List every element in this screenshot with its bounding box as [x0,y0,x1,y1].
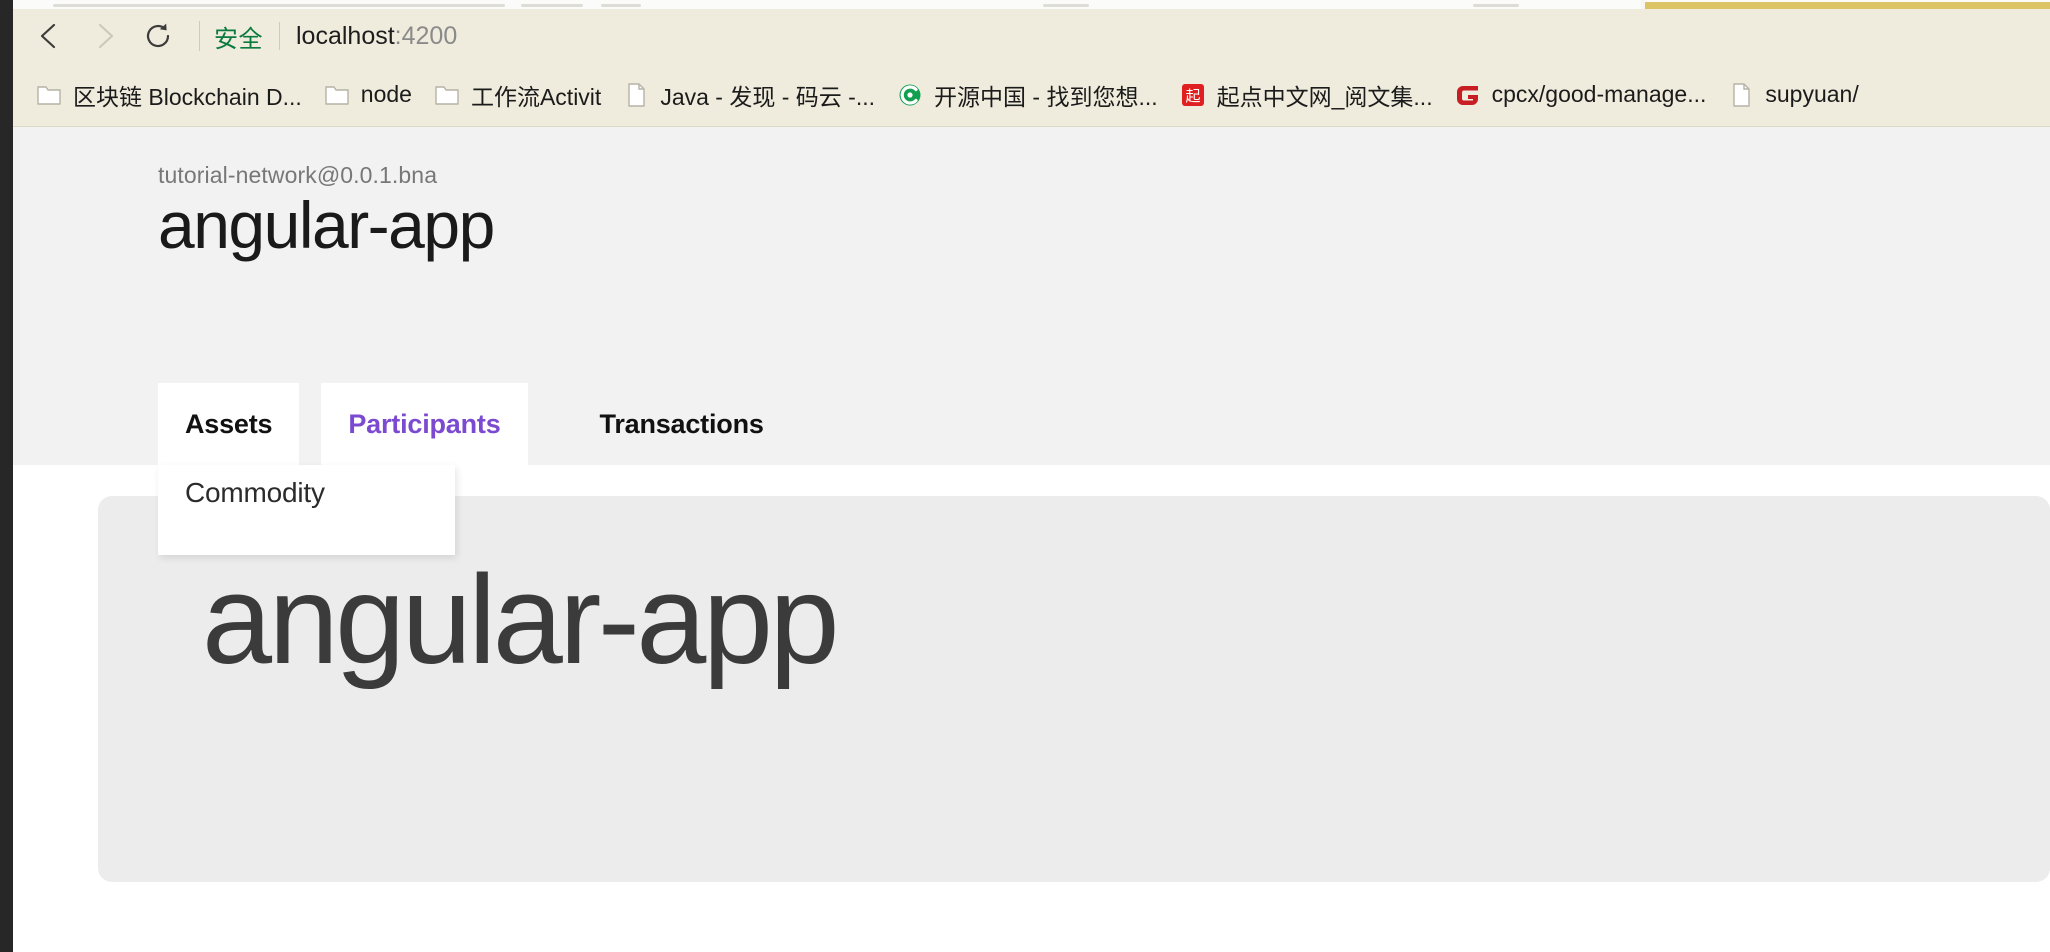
bookmark-item[interactable]: 工作流Activit [423,73,612,117]
bookmark-label: 开源中国 - 找到您想... [934,83,1158,110]
chevron-left-icon [35,21,65,51]
tab-participants-label: Participants [348,408,501,439]
address-bar[interactable]: localhost:4200 [296,22,457,51]
nav-tab-bar: Assets Participants Transactions [158,383,791,465]
assets-dropdown-menu: Commodity [158,465,455,555]
folder-icon [434,80,460,110]
bookmark-item[interactable]: node [313,73,423,117]
folder-icon [36,80,62,110]
bookmark-label: 起点中文网_阅文集... [1216,83,1433,110]
page-title: angular-app [158,188,495,262]
bookmark-item[interactable]: 起 起点中文网_阅文集... [1169,73,1444,117]
chevron-right-icon [89,21,119,51]
bookmark-item[interactable]: 开源中国 - 找到您想... [886,73,1169,117]
tab-sliver[interactable] [521,4,583,7]
tab-active-sliver[interactable] [1645,2,2050,9]
dropdown-item-label: Commodity [185,477,325,508]
url-host: localhost [296,21,395,50]
tab-transactions[interactable]: Transactions [573,383,791,465]
qidian-icon: 起 [1180,80,1206,110]
security-indicator[interactable]: 安全 [214,19,263,54]
page-icon [1728,80,1754,110]
tab-transactions-label: Transactions [599,408,764,439]
network-name: tutorial-network@0.0.1.bna [158,162,438,188]
bookmarks-bar: 区块链 Blockchain D... node 工作流Activit Java… [13,63,2050,127]
reload-button[interactable] [131,9,185,63]
browser-tab-strip[interactable] [13,0,2050,9]
omnibox-divider [279,22,280,50]
url-rest: :4200 [394,21,458,50]
tab-sliver[interactable] [53,4,505,7]
bookmark-item[interactable]: cpcx/good-manage... [1444,73,1718,117]
tab-sliver[interactable] [1043,4,1089,7]
window-left-gutter [0,0,13,952]
folder-icon [324,80,350,110]
reload-icon [142,20,174,52]
browser-chrome: 安全 localhost:4200 区块链 Blockchain D... no… [13,0,2050,127]
page-viewport: tutorial-network@0.0.1.bna angular-app A… [13,127,2050,952]
gitee-icon [1455,80,1481,110]
bookmark-label: Java - 发现 - 码云 -... [660,83,875,110]
back-button[interactable] [23,9,77,63]
toolbar-divider [199,21,200,51]
tab-participants[interactable]: Participants [321,383,528,465]
tab-assets[interactable]: Assets [158,383,300,465]
bookmark-label: supyuan/ [1765,81,1859,107]
browser-toolbar: 安全 localhost:4200 [13,9,2050,63]
bookmark-label: cpcx/good-manage... [1491,81,1707,107]
bookmark-item[interactable]: 区块链 Blockchain D... [25,73,313,117]
app-header: tutorial-network@0.0.1.bna angular-app A… [13,127,2050,465]
oschina-icon [897,80,923,110]
svg-text:起: 起 [1185,87,1200,105]
tab-sliver[interactable] [1473,4,1519,7]
bookmark-item[interactable]: Java - 发现 - 码云 -... [612,73,886,117]
page-icon [623,80,649,110]
bookmark-label: node [360,81,412,107]
tab-sliver[interactable] [601,4,641,7]
bookmark-item[interactable]: supyuan/ [1717,73,1869,117]
dropdown-item-commodity[interactable]: Commodity [158,465,455,521]
bookmark-label: 区块链 Blockchain D... [73,83,302,110]
forward-button[interactable] [77,9,131,63]
bookmark-label: 工作流Activit [470,83,602,110]
content-card-title: angular-app [202,549,840,690]
tab-assets-label: Assets [185,408,273,439]
